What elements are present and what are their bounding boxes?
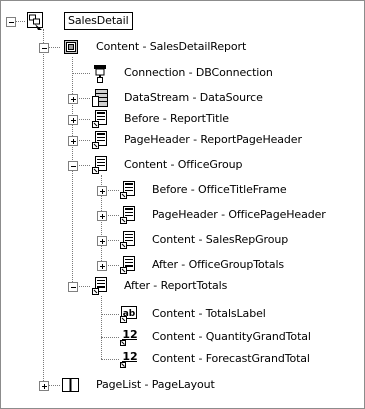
tree-connector	[101, 359, 119, 360]
tree-node-root-label[interactable]: SalesDetail	[64, 12, 133, 30]
tree-node-label[interactable]: Before - OfficeTitleFrame	[152, 182, 287, 198]
tree-connector	[106, 190, 119, 191]
numeric-data-icon: 12	[119, 327, 139, 347]
tree-connector	[77, 98, 90, 99]
tree-connector	[77, 165, 90, 166]
report-root-icon	[26, 11, 46, 31]
collapse-toggle[interactable]	[39, 43, 49, 53]
tree-connector	[77, 286, 90, 287]
connection-plug-icon	[91, 63, 111, 83]
tree-node-label[interactable]: Content - SalesRepGroup	[152, 232, 288, 248]
tree-connector	[106, 240, 119, 241]
tree-node-label[interactable]: PageHeader - ReportPageHeader	[124, 132, 302, 148]
frame-icon	[91, 109, 111, 129]
tree-connector	[72, 73, 90, 74]
frame-icon	[119, 180, 139, 200]
collapse-toggle[interactable]	[68, 161, 78, 171]
expand-toggle[interactable]	[97, 211, 107, 221]
tree-node-label[interactable]: Connection - DBConnection	[124, 65, 273, 81]
expand-toggle[interactable]	[97, 186, 107, 196]
tree-node-label[interactable]: Content - OfficeGroup	[124, 157, 242, 173]
tree-connector	[48, 47, 60, 48]
expand-toggle[interactable]	[68, 115, 78, 125]
tree-connector	[101, 296, 102, 359]
expand-toggle[interactable]	[97, 261, 107, 271]
report-structure-tree: SalesDetail Content - SalesDetailReport …	[1, 1, 364, 408]
tree-node-label[interactable]: After - ReportTotals	[124, 278, 227, 294]
tree-connector	[43, 47, 44, 389]
tree-connector	[77, 119, 90, 120]
tree-connector	[101, 337, 119, 338]
tree-node-label[interactable]: PageHeader - OfficePageHeader	[152, 207, 326, 223]
frame-icon	[91, 130, 111, 150]
expand-toggle[interactable]	[68, 136, 78, 146]
tree-node-label[interactable]: Content - ForecastGrandTotal	[152, 351, 310, 367]
tree-node-label[interactable]: DataStream - DataSource	[124, 90, 263, 106]
report-icon	[61, 37, 81, 57]
collapse-toggle[interactable]	[6, 17, 16, 27]
tree-node-label[interactable]: Content - QuantityGrandTotal	[152, 329, 311, 345]
tree-connector	[48, 385, 60, 386]
tree-connector	[106, 265, 119, 266]
tree-view-panel: SalesDetail Content - SalesDetailReport …	[0, 0, 365, 409]
tree-connector	[106, 215, 119, 216]
frame-icon	[119, 205, 139, 225]
tree-node-label[interactable]: PageList - PageLayout	[96, 377, 215, 393]
group-icon	[119, 230, 139, 250]
database-icon	[91, 88, 111, 108]
frame-icon	[91, 276, 111, 296]
frame-icon	[119, 255, 139, 275]
label-ab-icon: ab	[119, 304, 139, 324]
group-icon	[91, 155, 111, 175]
numeric-data-icon: 12	[119, 349, 139, 369]
expand-toggle[interactable]	[68, 94, 78, 104]
pages-icon	[61, 375, 81, 395]
tree-node-label[interactable]: Content - TotalsLabel	[152, 306, 266, 322]
tree-node-label[interactable]: Before - ReportTitle	[124, 111, 229, 127]
tree-connector	[15, 21, 25, 22]
tree-node-label[interactable]: After - OfficeGroupTotals	[152, 257, 284, 273]
tree-connector	[77, 140, 90, 141]
tree-connector	[72, 57, 73, 286]
tree-node-label[interactable]: Content - SalesDetailReport	[96, 39, 246, 55]
tree-connector	[101, 314, 119, 315]
expand-toggle[interactable]	[39, 381, 49, 391]
expand-toggle[interactable]	[97, 236, 107, 246]
collapse-toggle[interactable]	[68, 282, 78, 292]
